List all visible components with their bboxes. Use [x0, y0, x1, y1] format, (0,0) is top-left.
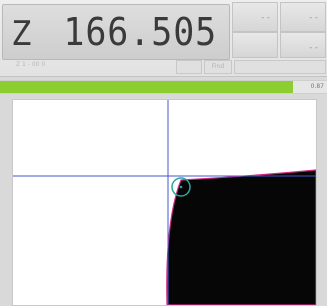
side-button-1[interactable]: --	[232, 2, 278, 32]
side-button-3-label: --	[308, 43, 319, 53]
side-button-2[interactable]: --	[280, 2, 326, 32]
status-row: Z 1 - 00 0 Find	[0, 58, 327, 75]
camera-image	[13, 100, 316, 305]
side-button-3[interactable]: --	[280, 32, 326, 58]
status-box-find[interactable]: Find	[204, 60, 232, 74]
progress-bar: 0.87	[0, 80, 327, 94]
status-text: Z 1 - 00 0	[16, 61, 46, 68]
axis-value: 166.505	[63, 10, 217, 54]
target-center	[179, 185, 183, 189]
status-box-1[interactable]	[176, 60, 202, 74]
z-axis-display[interactable]: Z 166.505	[2, 4, 230, 60]
dro-panel: Z 166.505 -- -- -- Z 1 - 00 0 Find	[0, 0, 327, 77]
side-button-2-label: --	[308, 13, 319, 23]
axis-label: Z	[11, 14, 32, 54]
status-box-3[interactable]	[234, 60, 326, 74]
progress-label: 0.87	[310, 83, 324, 90]
camera-view[interactable]	[12, 99, 317, 306]
progress-fill	[0, 81, 293, 93]
side-button-4[interactable]	[232, 32, 278, 58]
side-button-1-label: --	[260, 13, 271, 23]
